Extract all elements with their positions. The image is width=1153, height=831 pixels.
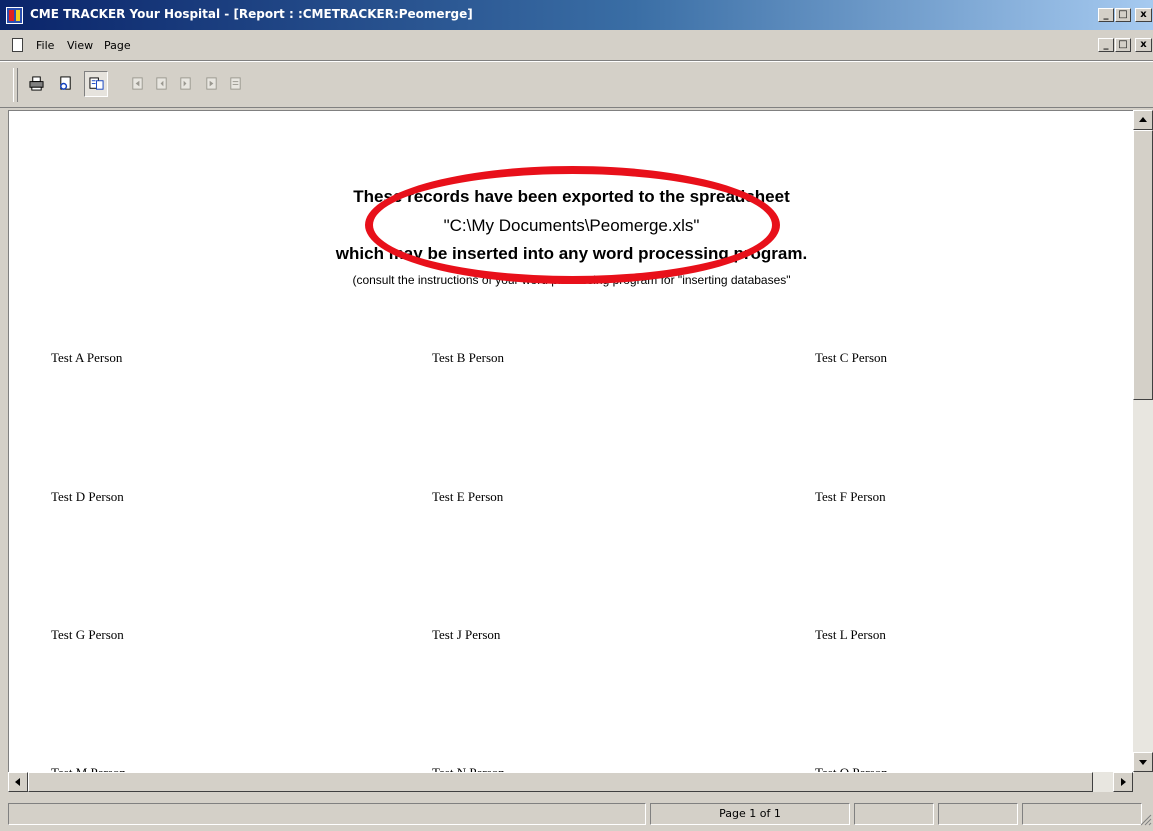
previous-page-button[interactable]: [150, 71, 174, 97]
resize-grip-icon[interactable]: [1140, 814, 1152, 826]
toolbar: [0, 61, 1153, 108]
person-label: Test A Person: [51, 350, 123, 365]
zoom-button[interactable]: [84, 71, 108, 97]
person-label: Test B Person: [432, 350, 505, 365]
status-bar: Page 1 of 1: [0, 796, 1153, 831]
last-page-button[interactable]: [200, 71, 224, 97]
last-page-icon: [206, 77, 217, 90]
close-preview-icon: [230, 77, 241, 90]
document-icon[interactable]: [12, 38, 23, 52]
child-restore-button[interactable]: □: [1115, 38, 1131, 52]
close-preview-button[interactable]: [224, 71, 248, 97]
zoom-icon: [89, 77, 104, 90]
menu-view[interactable]: View: [67, 39, 93, 52]
arrow-down-icon: [1139, 760, 1147, 765]
menu-bar: File View Page _ □ x: [0, 30, 1153, 61]
person-label: Test L Person: [815, 627, 886, 642]
person-label: Test G Person: [51, 627, 124, 642]
status-panel: [1022, 803, 1142, 825]
scroll-down-button[interactable]: [1133, 752, 1153, 772]
menu-page[interactable]: Page: [104, 39, 131, 52]
person-label: Test E Person: [432, 489, 504, 504]
horizontal-scroll-thumb[interactable]: [28, 772, 1093, 792]
print-button[interactable]: [25, 71, 49, 97]
scroll-left-button[interactable]: [8, 772, 28, 792]
status-panel: [938, 803, 1018, 825]
person-label: Test D Person: [51, 489, 124, 504]
red-highlight-ellipse: [365, 166, 780, 284]
page-setup-button[interactable]: [54, 71, 78, 97]
arrow-right-icon: [1121, 778, 1126, 786]
next-page-button[interactable]: [174, 71, 198, 97]
person-label: Test F Person: [815, 489, 886, 504]
print-icon: [29, 76, 44, 91]
vertical-scroll-thumb[interactable]: [1133, 130, 1153, 400]
window-title: CME TRACKER Your Hospital - [Report : :C…: [30, 7, 473, 21]
person-label: Test J Person: [432, 627, 501, 642]
arrow-up-icon: [1139, 117, 1147, 122]
arrow-left-icon: [15, 778, 20, 786]
child-minimize-button[interactable]: _: [1098, 38, 1114, 52]
page-indicator: Page 1 of 1: [650, 803, 850, 825]
scroll-right-button[interactable]: [1113, 772, 1133, 792]
child-close-button[interactable]: x: [1135, 38, 1152, 52]
close-button[interactable]: x: [1135, 8, 1152, 22]
first-page-button[interactable]: [126, 71, 150, 97]
page-setup-icon: [60, 76, 71, 90]
scroll-up-button[interactable]: [1133, 110, 1153, 130]
menu-file[interactable]: File: [36, 39, 54, 52]
status-panel-main: [8, 803, 646, 825]
maximize-button[interactable]: □: [1115, 8, 1131, 22]
first-page-icon: [132, 77, 143, 90]
minimize-button[interactable]: _: [1098, 8, 1114, 22]
next-page-icon: [180, 77, 191, 90]
app-icon[interactable]: [6, 7, 23, 24]
report-page[interactable]: These records have been exported to the …: [8, 110, 1134, 773]
previous-page-icon: [156, 77, 167, 90]
person-label: Test C Person: [815, 350, 888, 365]
status-panel: [854, 803, 934, 825]
title-bar[interactable]: CME TRACKER Your Hospital - [Report : :C…: [0, 0, 1153, 30]
toolbar-grip[interactable]: [13, 68, 18, 102]
